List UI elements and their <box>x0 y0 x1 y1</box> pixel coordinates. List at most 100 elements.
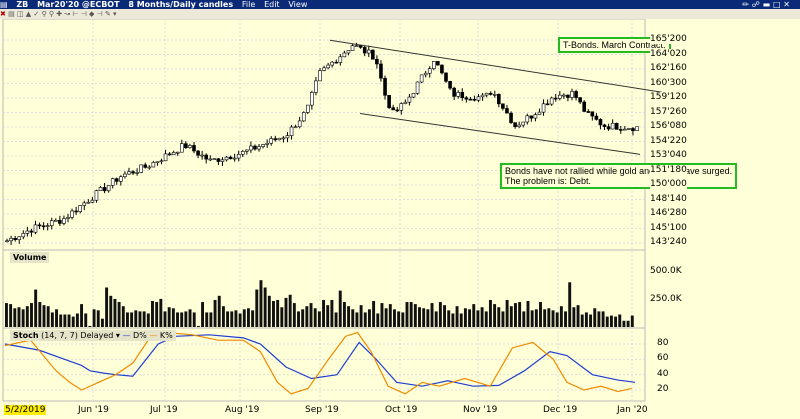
price-tick: 151'180 <box>650 164 687 175</box>
volume-bar <box>443 305 446 327</box>
candle-body <box>253 145 257 150</box>
volume-bar <box>601 311 605 327</box>
window-controls[interactable]: ✏ ☍ ▬ □ ✕ <box>742 0 790 9</box>
window-titlebar: ▤ ZB Mar20'20 @ECBOT 8 Months/Daily cand… <box>0 0 800 9</box>
volume-bar <box>418 307 421 327</box>
volume-bar <box>380 303 384 327</box>
volume-bar <box>322 299 326 327</box>
volume-bar <box>426 309 430 327</box>
volume-bar <box>501 311 505 327</box>
menu-edit[interactable]: Edit <box>264 0 280 9</box>
candle-body <box>427 68 432 74</box>
candle-body <box>94 190 99 201</box>
volume-bar <box>422 308 426 327</box>
close-icon[interactable]: ✖ <box>0 10 6 18</box>
candle-body <box>314 80 318 93</box>
toolbar-icons[interactable]: ▤ ◫ ▲ ✓ ⚲ ⚲ ✚ ↝ ⊢ ⊣ ◆ ⊣ ✎ ▾ <box>8 10 116 18</box>
candle-body <box>456 92 460 97</box>
volume-bar <box>388 304 392 327</box>
volume-bar <box>405 302 409 327</box>
volume-bar <box>338 290 342 327</box>
candle-body <box>326 64 330 69</box>
price-tick: 143'240 <box>650 237 687 247</box>
candle-body <box>208 158 213 161</box>
candle-body <box>541 103 546 113</box>
volume-bar <box>259 280 263 327</box>
stoch-tick: 20 <box>657 384 669 394</box>
volume-bar <box>514 303 517 327</box>
candle-body <box>529 115 534 119</box>
volume-bar <box>397 311 401 327</box>
volume-bar <box>468 309 472 327</box>
symbol[interactable]: ZB <box>16 0 28 9</box>
volume-bar <box>409 302 413 327</box>
volume-bar <box>142 311 146 327</box>
candle-body <box>155 161 160 164</box>
volume-bar <box>130 312 134 327</box>
candle-body <box>610 122 615 130</box>
candle-body <box>102 187 107 192</box>
candle-body <box>269 138 274 144</box>
candle-body <box>545 103 550 106</box>
volume-bar <box>196 325 200 327</box>
volume-bar <box>263 287 267 327</box>
candle-body <box>184 143 188 148</box>
candle-body <box>245 149 249 152</box>
volume-bar <box>618 314 622 327</box>
volume-bar <box>146 313 150 327</box>
toolbar: ✖ ▤ ◫ ▲ ✓ ⚲ ⚲ ✚ ↝ ⊢ ⊣ ◆ ⊣ ✎ ▾ <box>0 9 800 19</box>
volume-bar <box>100 318 104 327</box>
candle-body <box>618 129 623 131</box>
candle-body <box>566 94 570 98</box>
candle-body <box>45 225 50 227</box>
candle-body <box>58 220 62 224</box>
volume-bar <box>355 312 359 327</box>
volume-bar <box>55 309 58 327</box>
volume-bar <box>38 302 42 327</box>
volume-bar <box>63 314 67 327</box>
volume-bar <box>5 303 8 327</box>
candle-body <box>423 72 428 76</box>
contract[interactable]: Mar20'20 @ECBOT <box>37 0 120 9</box>
candle-body <box>521 121 526 126</box>
stoch-legend[interactable]: Stoch (14, 7, 7) Delayed ▾ — D% — K% <box>10 330 176 341</box>
candle-body <box>135 172 139 174</box>
volume-bar <box>547 308 551 327</box>
candle-body <box>354 45 359 47</box>
volume-bar <box>255 289 259 327</box>
candle-body <box>403 101 408 104</box>
timeframe-dropdown[interactable]: 8 Months/Daily candles <box>128 0 233 9</box>
volume-bar <box>476 310 480 327</box>
volume-bar <box>434 311 438 327</box>
candle-body <box>5 240 9 243</box>
volume-bar <box>334 312 338 327</box>
volume-bar <box>463 308 467 327</box>
volume-bar <box>25 306 29 327</box>
date-tick: Sep '19 <box>305 405 339 415</box>
volume-bar <box>251 310 255 327</box>
volume-bar <box>622 320 626 327</box>
price-tick: 146'280 <box>650 208 687 218</box>
candle-body <box>594 115 599 120</box>
candle-body <box>41 225 46 228</box>
volume-bar <box>539 302 542 327</box>
candle-body <box>261 144 265 147</box>
candle-body <box>468 98 473 101</box>
candle-body <box>411 92 416 98</box>
comment-annotation[interactable]: Bonds have not rallied while gold and si… <box>500 163 738 189</box>
price-tick: 159'120 <box>650 92 687 102</box>
candle-body <box>460 92 465 99</box>
menu-view[interactable]: View <box>288 0 307 9</box>
volume-bar <box>526 301 530 327</box>
volume-bar <box>447 310 451 327</box>
candle-body <box>395 109 400 112</box>
candle-body <box>110 178 115 186</box>
candle-body <box>224 156 229 161</box>
menu-file[interactable]: File <box>242 0 255 9</box>
candle-body <box>342 52 347 58</box>
candle-body <box>17 236 22 240</box>
candle-body <box>66 217 70 219</box>
volume-bar <box>497 307 501 327</box>
volume-bar <box>522 311 526 327</box>
candle-body <box>196 150 200 156</box>
